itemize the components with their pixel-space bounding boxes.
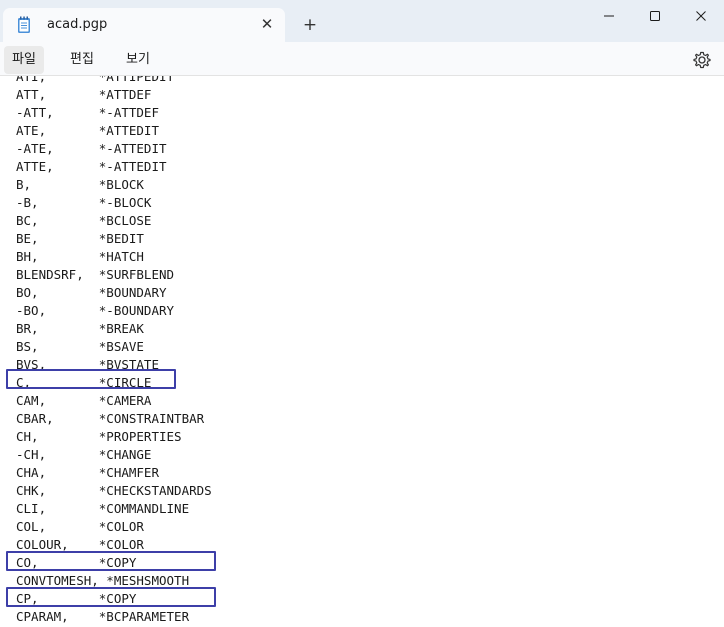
editor-content: ATI, *ATTIPEDIT ATT, *ATTDEF -ATT, *-ATTDE… (16, 76, 212, 626)
text-line: B, *BLOCK (16, 177, 144, 192)
tab-title: acad.pgp (47, 17, 108, 32)
text-line: ATI, *ATTIPEDIT (16, 76, 175, 84)
minimize-button[interactable] (586, 0, 632, 32)
minimize-icon (604, 15, 614, 17)
menu-bar: 파일 편집 보기 (0, 42, 724, 76)
text-line: CO, *COPY (16, 555, 137, 570)
title-bar: acad.pgp ✕ + (0, 0, 724, 42)
text-line: CHK, *CHECKSTANDARDS (16, 483, 212, 498)
menu-edit[interactable]: 편집 (62, 46, 102, 74)
close-icon (696, 11, 706, 21)
menu-file[interactable]: 파일 (4, 46, 44, 74)
text-line: BS, *BSAVE (16, 339, 144, 354)
text-line: -ATE, *-ATTEDIT (16, 141, 167, 156)
text-line: COLOUR, *COLOR (16, 537, 144, 552)
text-line: CH, *PROPERTIES (16, 429, 182, 444)
text-line: CPARAM, *BCPARAMETER (16, 609, 190, 624)
new-tab-button[interactable]: + (299, 14, 321, 36)
text-line: BE, *BEDIT (16, 231, 144, 246)
text-line: -CH, *CHANGE (16, 447, 152, 462)
text-editor[interactable]: ATI, *ATTIPEDIT ATT, *ATTDEF -ATT, *-ATTDE… (0, 76, 724, 627)
text-line: BLENDSRF, *SURFBLEND (16, 267, 175, 282)
text-line: BR, *BREAK (16, 321, 144, 336)
gear-icon[interactable] (690, 48, 714, 72)
document-tab[interactable]: acad.pgp ✕ (3, 8, 285, 42)
text-line: -BO, *-BOUNDARY (16, 303, 175, 318)
maximize-icon (650, 11, 660, 21)
text-line: ATE, *ATTEDIT (16, 123, 159, 138)
text-line: ATT, *ATTDEF (16, 87, 152, 102)
text-line: BVS, *BVSTATE (16, 357, 159, 372)
text-line: CHA, *CHAMFER (16, 465, 159, 480)
text-line: C, *CIRCLE (16, 375, 152, 390)
text-line: CONVTOMESH, *MESHSMOOTH (16, 573, 190, 588)
maximize-button[interactable] (632, 0, 678, 32)
close-window-button[interactable] (678, 0, 724, 32)
text-line: BC, *BCLOSE (16, 213, 152, 228)
notepad-icon (18, 16, 30, 33)
text-line: CAM, *CAMERA (16, 393, 152, 408)
text-line: CLI, *COMMANDLINE (16, 501, 190, 516)
text-line: BH, *HATCH (16, 249, 144, 264)
close-tab-icon[interactable]: ✕ (257, 14, 277, 34)
text-line: CP, *COPY (16, 591, 137, 606)
menu-view[interactable]: 보기 (118, 46, 158, 74)
text-line: -B, *-BLOCK (16, 195, 152, 210)
text-line: ATTE, *-ATTEDIT (16, 159, 167, 174)
text-line: BO, *BOUNDARY (16, 285, 167, 300)
text-line: COL, *COLOR (16, 519, 144, 534)
text-line: CBAR, *CONSTRAINTBAR (16, 411, 205, 426)
text-line: -ATT, *-ATTDEF (16, 105, 159, 120)
